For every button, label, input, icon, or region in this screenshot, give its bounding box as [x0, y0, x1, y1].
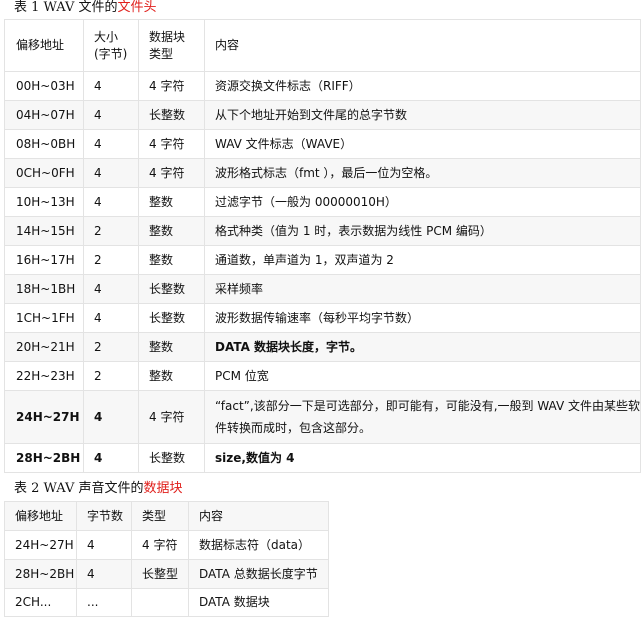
type-cell: 4 字符 — [138, 390, 205, 444]
table-row: 1CH~1FH 4 长整数 波形数据传输速率（每秒平均字节数） — [4, 303, 641, 333]
table1-caption: 表 1 WAV 文件的文件头 — [14, 0, 157, 16]
offset-cell: 10H~13H — [4, 187, 84, 217]
offset-cell: 18H~1BH — [4, 274, 84, 304]
size-cell: 2 — [83, 245, 139, 275]
content-cell: 数据标志符（data） — [188, 530, 329, 560]
type-cell: 长整数 — [138, 274, 205, 304]
size-cell: 4 — [76, 559, 132, 589]
table1-header-offset: 偏移地址 — [4, 19, 84, 72]
offset-cell: 24H~27H — [4, 390, 84, 444]
table-row: 16H~17H 2 整数 通道数，单声道为 1，双声道为 2 — [4, 245, 641, 275]
table-row: 2CH... ... DATA 数据块 — [4, 588, 329, 617]
table2-header-row: 偏移地址 字节数 类型 内容 — [4, 501, 329, 531]
content-cell: 资源交换文件标志（RIFF） — [204, 71, 641, 101]
wav-data-table: 偏移地址 字节数 类型 内容 24H~27H 4 4 字符 数据标志符（data… — [4, 501, 329, 617]
content-cell: 格式种类（值为 1 时，表示数据为线性 PCM 编码） — [204, 216, 641, 246]
size-cell: 4 — [83, 443, 139, 473]
table-row: 20H~21H 2 整数 DATA 数据块长度，字节。 — [4, 332, 641, 362]
table2-header-content: 内容 — [188, 501, 329, 531]
size-cell: 2 — [83, 361, 139, 391]
offset-cell: 00H~03H — [4, 71, 84, 101]
content-cell: size,数值为 4 — [204, 443, 641, 473]
type-cell: 4 字符 — [138, 129, 205, 159]
offset-cell: 14H~15H — [4, 216, 84, 246]
size-cell: 2 — [83, 216, 139, 246]
table2-header-offset: 偏移地址 — [4, 501, 77, 531]
table-row: 04H~07H 4 长整数 从下个地址开始到文件尾的总字节数 — [4, 100, 641, 130]
content-cell: DATA 数据块长度，字节。 — [204, 332, 641, 362]
type-cell: 整数 — [138, 216, 205, 246]
offset-cell: 16H~17H — [4, 245, 84, 275]
type-cell: 4 字符 — [138, 158, 205, 188]
table2-header-size: 字节数 — [76, 501, 132, 531]
content-cell: “fact”,该部分一下是可选部分，即可能有，可能没有,一般到 WAV 文件由某… — [204, 390, 641, 444]
table1-header-size: 大小 (字节) — [83, 19, 139, 72]
type-cell: 整数 — [138, 187, 205, 217]
table-row: 08H~0BH 4 4 字符 WAV 文件标志（WAVE） — [4, 129, 641, 159]
type-cell: 长整数 — [138, 443, 205, 473]
content-cell: 采样频率 — [204, 274, 641, 304]
table1-caption-prefix: 表 1 WAV 文件的 — [14, 0, 118, 15]
size-cell: ... — [76, 588, 132, 617]
table1-caption-highlight: 文件头 — [117, 0, 157, 15]
size-cell: 4 — [76, 530, 132, 560]
type-cell: 整数 — [138, 361, 205, 391]
offset-cell: 28H~2BH — [4, 559, 77, 589]
size-cell: 4 — [83, 187, 139, 217]
content-cell: 从下个地址开始到文件尾的总字节数 — [204, 100, 641, 130]
table-row: 22H~23H 2 整数 PCM 位宽 — [4, 361, 641, 391]
type-cell — [131, 588, 189, 617]
type-cell: 整数 — [138, 332, 205, 362]
table-row: 18H~1BH 4 长整数 采样频率 — [4, 274, 641, 304]
type-cell: 长整数 — [138, 303, 205, 333]
table-row: 24H~27H 4 4 字符 “fact”,该部分一下是可选部分，即可能有，可能… — [4, 390, 641, 444]
offset-cell: 20H~21H — [4, 332, 84, 362]
table-row: 28H~2BH 4 长整数 size,数值为 4 — [4, 443, 641, 473]
table1-header-content: 内容 — [204, 19, 641, 72]
type-cell: 4 字符 — [138, 71, 205, 101]
table-row: 0CH~0FH 4 4 字符 波形格式标志（fmt ），最后一位为空格。 — [4, 158, 641, 188]
content-cell: 波形格式标志（fmt ），最后一位为空格。 — [204, 158, 641, 188]
size-cell: 4 — [83, 274, 139, 304]
table2-caption-prefix: 表 2 WAV 声音文件的 — [14, 481, 144, 496]
content-cell: 过滤字节（一般为 00000010H） — [204, 187, 641, 217]
type-cell: 整数 — [138, 245, 205, 275]
table-row: 24H~27H 4 4 字符 数据标志符（data） — [4, 530, 329, 560]
table-row: 00H~03H 4 4 字符 资源交换文件标志（RIFF） — [4, 71, 641, 101]
offset-cell: 2CH... — [4, 588, 77, 617]
offset-cell: 24H~27H — [4, 530, 77, 560]
offset-cell: 0CH~0FH — [4, 158, 84, 188]
content-cell: DATA 数据块 — [188, 588, 329, 617]
offset-cell: 28H~2BH — [4, 443, 84, 473]
table-row: 10H~13H 4 整数 过滤字节（一般为 00000010H） — [4, 187, 641, 217]
content-cell: DATA 总数据长度字节 — [188, 559, 329, 589]
size-cell: 2 — [83, 332, 139, 362]
content-cell: 通道数，单声道为 1，双声道为 2 — [204, 245, 641, 275]
table2-header-type: 类型 — [131, 501, 189, 531]
type-cell: 长整数 — [138, 100, 205, 130]
size-cell: 4 — [83, 303, 139, 333]
table-row: 14H~15H 2 整数 格式种类（值为 1 时，表示数据为线性 PCM 编码） — [4, 216, 641, 246]
table1-header-type: 数据块 类型 — [138, 19, 205, 72]
size-cell: 4 — [83, 100, 139, 130]
offset-cell: 08H~0BH — [4, 129, 84, 159]
size-cell: 4 — [83, 71, 139, 101]
size-cell: 4 — [83, 129, 139, 159]
offset-cell: 04H~07H — [4, 100, 84, 130]
type-cell: 长整型 — [131, 559, 189, 589]
content-cell: PCM 位宽 — [204, 361, 641, 391]
content-cell: 波形数据传输速率（每秒平均字节数） — [204, 303, 641, 333]
size-cell: 4 — [83, 158, 139, 188]
table2-caption-highlight: 数据块 — [143, 481, 183, 496]
offset-cell: 22H~23H — [4, 361, 84, 391]
content-cell: WAV 文件标志（WAVE） — [204, 129, 641, 159]
table1-header-row: 偏移地址 大小 (字节) 数据块 类型 内容 — [4, 19, 641, 72]
wav-header-table: 偏移地址 大小 (字节) 数据块 类型 内容 00H~03H 4 4 字符 资源交换… — [4, 19, 641, 473]
type-cell: 4 字符 — [131, 530, 189, 560]
offset-cell: 1CH~1FH — [4, 303, 84, 333]
size-cell: 4 — [83, 390, 139, 444]
table2-caption: 表 2 WAV 声音文件的数据块 — [14, 481, 183, 497]
table-row: 28H~2BH 4 长整型 DATA 总数据长度字节 — [4, 559, 329, 589]
